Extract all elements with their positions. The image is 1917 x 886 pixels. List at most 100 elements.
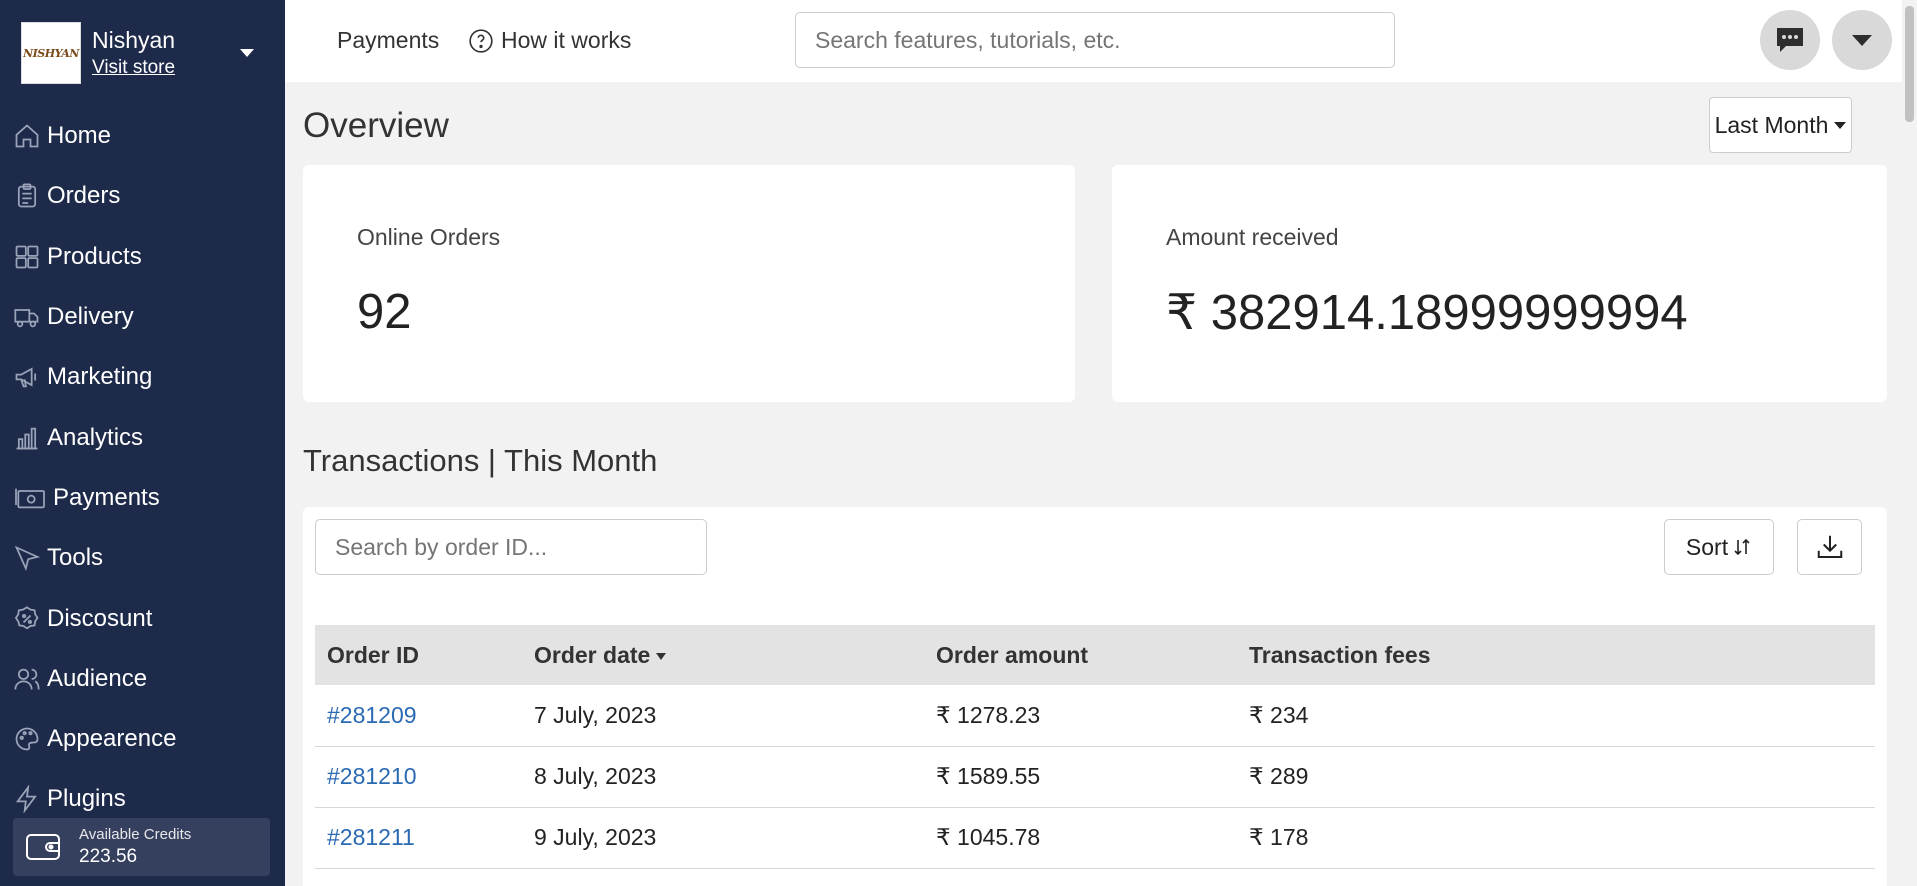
- transactions-title: Transactions | This Month: [303, 443, 658, 478]
- sidebar-item-label: Audience: [47, 664, 148, 692]
- order-id-link[interactable]: #281211: [327, 824, 415, 850]
- store-logo: NISHYAN: [21, 22, 81, 84]
- column-order-id[interactable]: Order ID: [315, 625, 522, 685]
- sidebar-item-home[interactable]: Home: [0, 106, 285, 166]
- how-it-works-label: How it works: [501, 27, 632, 53]
- truck-icon: [14, 309, 39, 328]
- grid-icon: [15, 245, 39, 269]
- lightning-icon: [15, 785, 37, 814]
- credits-label: Available Credits: [79, 826, 192, 843]
- clipboard-icon: [17, 183, 37, 208]
- download-button[interactable]: [1797, 519, 1862, 575]
- sidebar-item-payments[interactable]: Payments: [0, 468, 285, 528]
- amount-received-value: ₹ 382914.18999999994: [1166, 286, 1688, 340]
- question-circle-icon: [469, 28, 493, 53]
- transaction-fees: ₹ 178: [1237, 807, 1875, 869]
- how-it-works-link[interactable]: How it works: [468, 27, 631, 54]
- wallet-icon: [26, 834, 60, 860]
- store-logo-text: NISHYAN: [23, 46, 79, 60]
- table-header-row: Order ID Order date Order amount Transac…: [315, 625, 1875, 685]
- chat-icon: [1777, 28, 1803, 52]
- transactions-table: Order ID Order date Order amount Transac…: [315, 625, 1875, 869]
- chat-button[interactable]: [1760, 10, 1820, 70]
- page-scrollbar[interactable]: [1902, 0, 1917, 886]
- period-label: Last Month: [1714, 111, 1829, 138]
- period-dropdown[interactable]: Last Month: [1709, 97, 1852, 153]
- column-order-amount[interactable]: Order amount: [924, 625, 1237, 685]
- chevron-down-icon: [1852, 35, 1872, 46]
- sidebar-item-label: Plugins: [47, 785, 126, 813]
- sidebar-item-label: Tools: [47, 544, 104, 572]
- percent-badge-icon: [14, 605, 39, 629]
- megaphone-icon: [15, 367, 37, 388]
- online-orders-card: Online Orders 92: [303, 165, 1075, 402]
- main-content: Overview Last Month Online Orders 92 Amo…: [285, 82, 1902, 886]
- scrollbar-thumb[interactable]: [1905, 6, 1914, 122]
- sort-arrows-icon: [1734, 538, 1750, 556]
- order-date: 7 July, 2023: [522, 685, 924, 747]
- order-amount: ₹ 1589.55: [924, 746, 1237, 808]
- sidebar-item-audience[interactable]: Audience: [0, 649, 285, 709]
- order-amount: ₹ 1045.78: [924, 807, 1237, 869]
- sidebar-item-orders[interactable]: Orders: [0, 166, 285, 226]
- cash-icon: [15, 488, 45, 509]
- palette-icon: [15, 727, 39, 751]
- available-credits[interactable]: Available Credits 223.56: [13, 818, 270, 876]
- cursor-icon: [14, 545, 41, 572]
- column-order-date[interactable]: Order date: [522, 625, 924, 685]
- order-id-link[interactable]: #281210: [327, 763, 417, 789]
- sidebar-item-label: Payments: [53, 483, 160, 511]
- sidebar-item-products[interactable]: Products: [0, 227, 285, 287]
- amount-received-card: Amount received ₹ 382914.18999999994: [1112, 165, 1887, 402]
- people-icon: [14, 668, 40, 690]
- sort-desc-icon: [656, 652, 667, 660]
- sidebar-item-label: Products: [47, 242, 142, 270]
- table-row: #281209 7 July, 2023 ₹ 1278.23 ₹ 234: [315, 685, 1875, 747]
- visit-store-link[interactable]: Visit store: [92, 57, 175, 79]
- order-date: 8 July, 2023: [522, 746, 924, 808]
- store-name: Nishyan: [92, 27, 176, 53]
- account-menu-button[interactable]: [1832, 10, 1892, 70]
- amount-received-label: Amount received: [1166, 224, 1339, 250]
- order-date: 9 July, 2023: [522, 807, 924, 869]
- sidebar-item-label: Orders: [47, 182, 121, 210]
- home-icon: [15, 124, 39, 148]
- online-orders-value: 92: [357, 285, 412, 339]
- online-orders-label: Online Orders: [357, 224, 501, 250]
- sidebar-item-tools[interactable]: Tools: [0, 528, 285, 588]
- order-amount: ₹ 1278.23: [924, 685, 1237, 747]
- order-search-input[interactable]: [315, 519, 707, 575]
- order-id-link[interactable]: #281209: [327, 702, 417, 728]
- sidebar-item-label: Appearence: [47, 725, 177, 753]
- transaction-fees: ₹ 289: [1237, 746, 1875, 808]
- sidebar-item-label: Analytics: [47, 423, 144, 451]
- sidebar: NISHYAN Nishyan Visit store Home Orders …: [0, 0, 285, 886]
- sidebar-item-delivery[interactable]: Delivery: [0, 287, 285, 347]
- sidebar-item-marketing[interactable]: Marketing: [0, 347, 285, 407]
- payments-link[interactable]: Payments: [337, 27, 439, 54]
- bar-chart-icon: [16, 427, 38, 449]
- sidebar-item-label: Home: [47, 122, 112, 150]
- sidebar-item-label: Discosunt: [47, 604, 153, 632]
- sort-label: Sort: [1685, 533, 1729, 560]
- transaction-fees: ₹ 234: [1237, 685, 1875, 747]
- store-header: NISHYAN Nishyan Visit store: [0, 0, 285, 106]
- transactions-card: Sort Order ID Order date Order amount Tr…: [303, 507, 1887, 886]
- sidebar-item-label: Delivery: [47, 303, 134, 331]
- column-order-date-label: Order date: [534, 641, 651, 668]
- table-row: #281211 9 July, 2023 ₹ 1045.78 ₹ 178: [315, 807, 1875, 869]
- sidebar-item-label: Marketing: [47, 363, 153, 391]
- overview-title: Overview: [303, 106, 449, 145]
- credits-value: 223.56: [79, 846, 138, 867]
- column-transaction-fees[interactable]: Transaction fees: [1237, 625, 1875, 685]
- feature-search-input[interactable]: [795, 12, 1395, 68]
- sidebar-item-analytics[interactable]: Analytics: [0, 407, 285, 467]
- sort-button[interactable]: Sort: [1664, 519, 1774, 575]
- sidebar-nav: Home Orders Products Delivery Marketing …: [0, 106, 285, 830]
- caret-down-icon: [1834, 121, 1847, 129]
- table-row: #281210 8 July, 2023 ₹ 1589.55 ₹ 289: [315, 746, 1875, 808]
- sidebar-item-appearence[interactable]: Appearence: [0, 709, 285, 769]
- sidebar-item-discount[interactable]: Discosunt: [0, 588, 285, 648]
- topbar: Payments How it works: [285, 0, 1917, 82]
- store-menu-caret-icon[interactable]: [240, 49, 254, 57]
